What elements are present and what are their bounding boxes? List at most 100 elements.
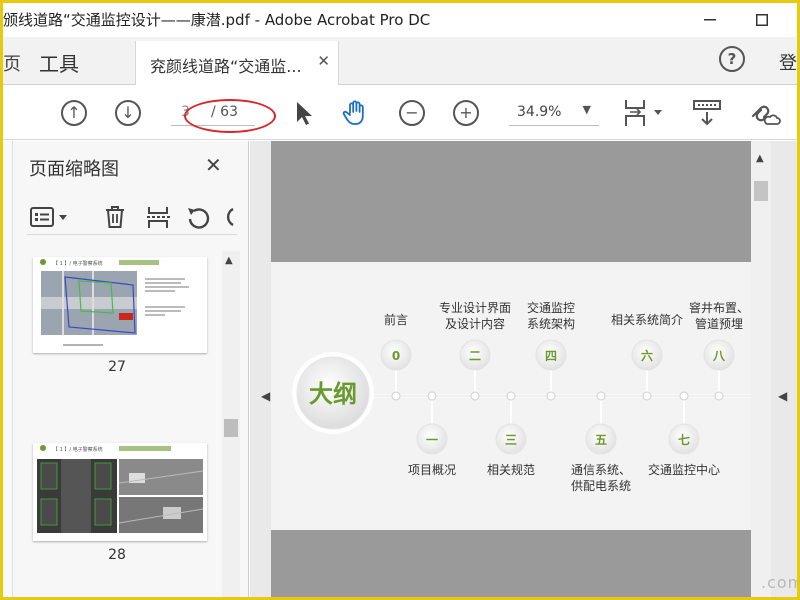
link-cloud-icon <box>751 105 781 125</box>
next-page-arrow-icon[interactable]: ◀ <box>778 389 787 403</box>
zoom-dropdown[interactable]: 34.9% ▼ <box>509 100 599 126</box>
select-tool-button[interactable] <box>289 98 319 128</box>
title-bar: 颁线道路“交通监控设计——康潜.pdf - Adobe Acrobat Pro … <box>3 3 797 37</box>
page-fit-button[interactable] <box>621 98 665 128</box>
zoom-in-button[interactable]: + <box>451 98 481 128</box>
document-scrollbar-thumb[interactable] <box>754 181 768 201</box>
zoom-value: 34.9% <box>517 104 562 120</box>
outline-item-number: 三 <box>505 433 517 447</box>
rotate-right-partial-button[interactable] <box>223 203 237 231</box>
timeline-dot <box>642 391 652 401</box>
panel-title: 页面缩略图 <box>29 159 119 180</box>
outline-slide: 0 前言二 专业设计界面及设计内容四 交通监控系统架构六 相关系统简介八 窨井布置、管道预… <box>271 262 751 530</box>
outline-item-label-top: 前言 <box>384 312 408 327</box>
next-page-button[interactable]: ↓ <box>113 98 143 128</box>
tab-document-label: 兖颜线道路“交通监... <box>150 57 302 76</box>
close-tab-icon[interactable]: ✕ <box>317 52 330 70</box>
outline-item-label-bottom: 相关规范 <box>487 462 535 477</box>
panel-scrollbar-thumb[interactable] <box>224 419 238 437</box>
plus-icon: + <box>453 100 479 126</box>
outline-item-label-top: 专业设计界面及设计内容 <box>439 300 511 331</box>
panel-scrollbar[interactable]: ▲ <box>222 251 240 597</box>
outline-item-number: 七 <box>678 433 690 447</box>
minus-icon: − <box>399 100 425 126</box>
maximize-button[interactable] <box>739 3 785 37</box>
minimize-icon <box>704 19 716 21</box>
share-link-button[interactable] <box>747 98 781 128</box>
outline-item-number: 五 <box>595 433 607 447</box>
outline-item-label-top: 窨井布置、管道预埋 <box>689 300 749 331</box>
chevron-down-icon: ▼ <box>582 103 591 116</box>
tab-tools[interactable]: 工具 <box>39 48 79 77</box>
close-panel-icon[interactable]: ✕ <box>205 153 222 177</box>
extract-pages-icon <box>147 207 170 228</box>
panel-toolbar <box>27 199 237 235</box>
previous-page-arrow-icon[interactable]: ◀ <box>261 389 270 403</box>
toolbar: ↑ ↓ 3 / 63 − + 34.9% ▼ <box>3 86 797 140</box>
pdf-page: 0 前言二 专业设计界面及设计内容四 交通监控系统架构六 相关系统简介八 窨井布置、管道预… <box>271 141 751 597</box>
outline-item-number: 0 <box>392 349 400 363</box>
help-icon[interactable]: ? <box>719 46 745 72</box>
page-thumbnails-panel: 页面缩略图 ✕ 【 1 】/ 电子警察系统 27 【 1 】/ 电子警察系统 2… <box>3 141 249 597</box>
keyboard-scroll-icon <box>693 100 721 126</box>
thumbnail-label-28: 28 <box>108 547 126 563</box>
thumbnail-page-27[interactable]: 【 1 】/ 电子警察系统 <box>33 257 207 353</box>
arrow-up-icon: ↑ <box>61 100 87 126</box>
sign-in-link[interactable]: 登 <box>779 49 797 75</box>
arrow-down-icon: ↓ <box>115 100 141 126</box>
thumbnail-header-28: 【 1 】/ 电子警察系统 <box>53 446 103 453</box>
scrolling-mode-button[interactable] <box>691 98 723 128</box>
document-scrollbar[interactable]: ▲ <box>751 141 771 597</box>
rotate-left-icon <box>188 208 210 229</box>
outline-item-number: 四 <box>545 349 557 363</box>
outline-item-label-top: 交通监控系统架构 <box>527 300 575 331</box>
minimize-button[interactable] <box>687 3 733 37</box>
trash-icon <box>106 206 124 228</box>
hand-tool-button[interactable] <box>341 98 371 128</box>
window-title: 颁线道路“交通监控设计——康潜.pdf - Adobe Acrobat Pro … <box>3 11 431 29</box>
timeline-dot <box>679 391 689 401</box>
zoom-out-button[interactable]: − <box>397 98 427 128</box>
thumbnail-label-27: 27 <box>108 359 126 375</box>
outline-item-number: 六 <box>641 348 653 363</box>
scroll-up-icon[interactable]: ▲ <box>225 255 233 266</box>
timeline-dot <box>596 391 606 401</box>
outline-item-label-bottom: 交通监控中心 <box>648 462 720 477</box>
rotate-right-icon <box>226 207 234 227</box>
outline-item-label-bottom: 通信系统、供配电系统 <box>571 463 631 493</box>
app-window: 颁线道路“交通监控设计——康潜.pdf - Adobe Acrobat Pro … <box>0 0 800 600</box>
tab-home-partial[interactable]: 页 <box>3 50 21 76</box>
doc-scroll-up-icon[interactable]: ▲ <box>756 153 764 164</box>
outline-timeline: 0 前言二 专业设计界面及设计内容四 交通监控系统架构六 相关系统简介八 窨井布置、管道预… <box>292 300 751 493</box>
tab-document[interactable]: 兖颜线道路“交通监... ✕ <box>135 41 339 85</box>
thumbnail-page-28[interactable]: 【 1 】/ 电子警察系统 <box>33 443 207 541</box>
options-menu-button[interactable] <box>29 203 69 231</box>
extract-pages-button[interactable] <box>145 203 171 231</box>
thumbnail-27-image: 【 1 】/ 电子警察系统 <box>33 257 207 353</box>
outline-title: 大纲 <box>309 380 357 408</box>
rotate-page-button[interactable] <box>185 203 213 231</box>
timeline-dot <box>391 391 401 401</box>
red-annotation-ellipse <box>184 99 276 133</box>
outline-item-label-bottom: 项目概况 <box>408 463 456 477</box>
cursor-arrow-icon <box>297 102 312 125</box>
maximize-icon <box>756 14 768 26</box>
thumbnail-header-27: 【 1 】/ 电子警察系统 <box>53 260 103 267</box>
thumbnail-list: 【 1 】/ 电子警察系统 27 【 1 】/ 电子警察系统 28 <box>13 251 221 597</box>
timeline-dot <box>714 391 724 401</box>
outline-item-number: 二 <box>469 349 481 363</box>
timeline-dot <box>427 391 437 401</box>
tab-bar: 页 工具 兖颜线道路“交通监... ✕ ? 登 <box>3 37 797 85</box>
fit-page-icon <box>625 100 662 126</box>
outline-item-number: 一 <box>426 433 438 447</box>
previous-page-button[interactable]: ↑ <box>59 98 89 128</box>
timeline-dot <box>506 391 516 401</box>
delete-page-button[interactable] <box>103 203 127 231</box>
timeline-dot <box>546 391 556 401</box>
hand-icon <box>342 100 364 125</box>
outline-item-label-top: 相关系统简介 <box>611 313 683 327</box>
timeline-dot <box>470 391 480 401</box>
list-options-icon <box>30 207 67 227</box>
outline-item-number: 八 <box>712 349 726 363</box>
watermark-text: .com <box>761 573 800 592</box>
